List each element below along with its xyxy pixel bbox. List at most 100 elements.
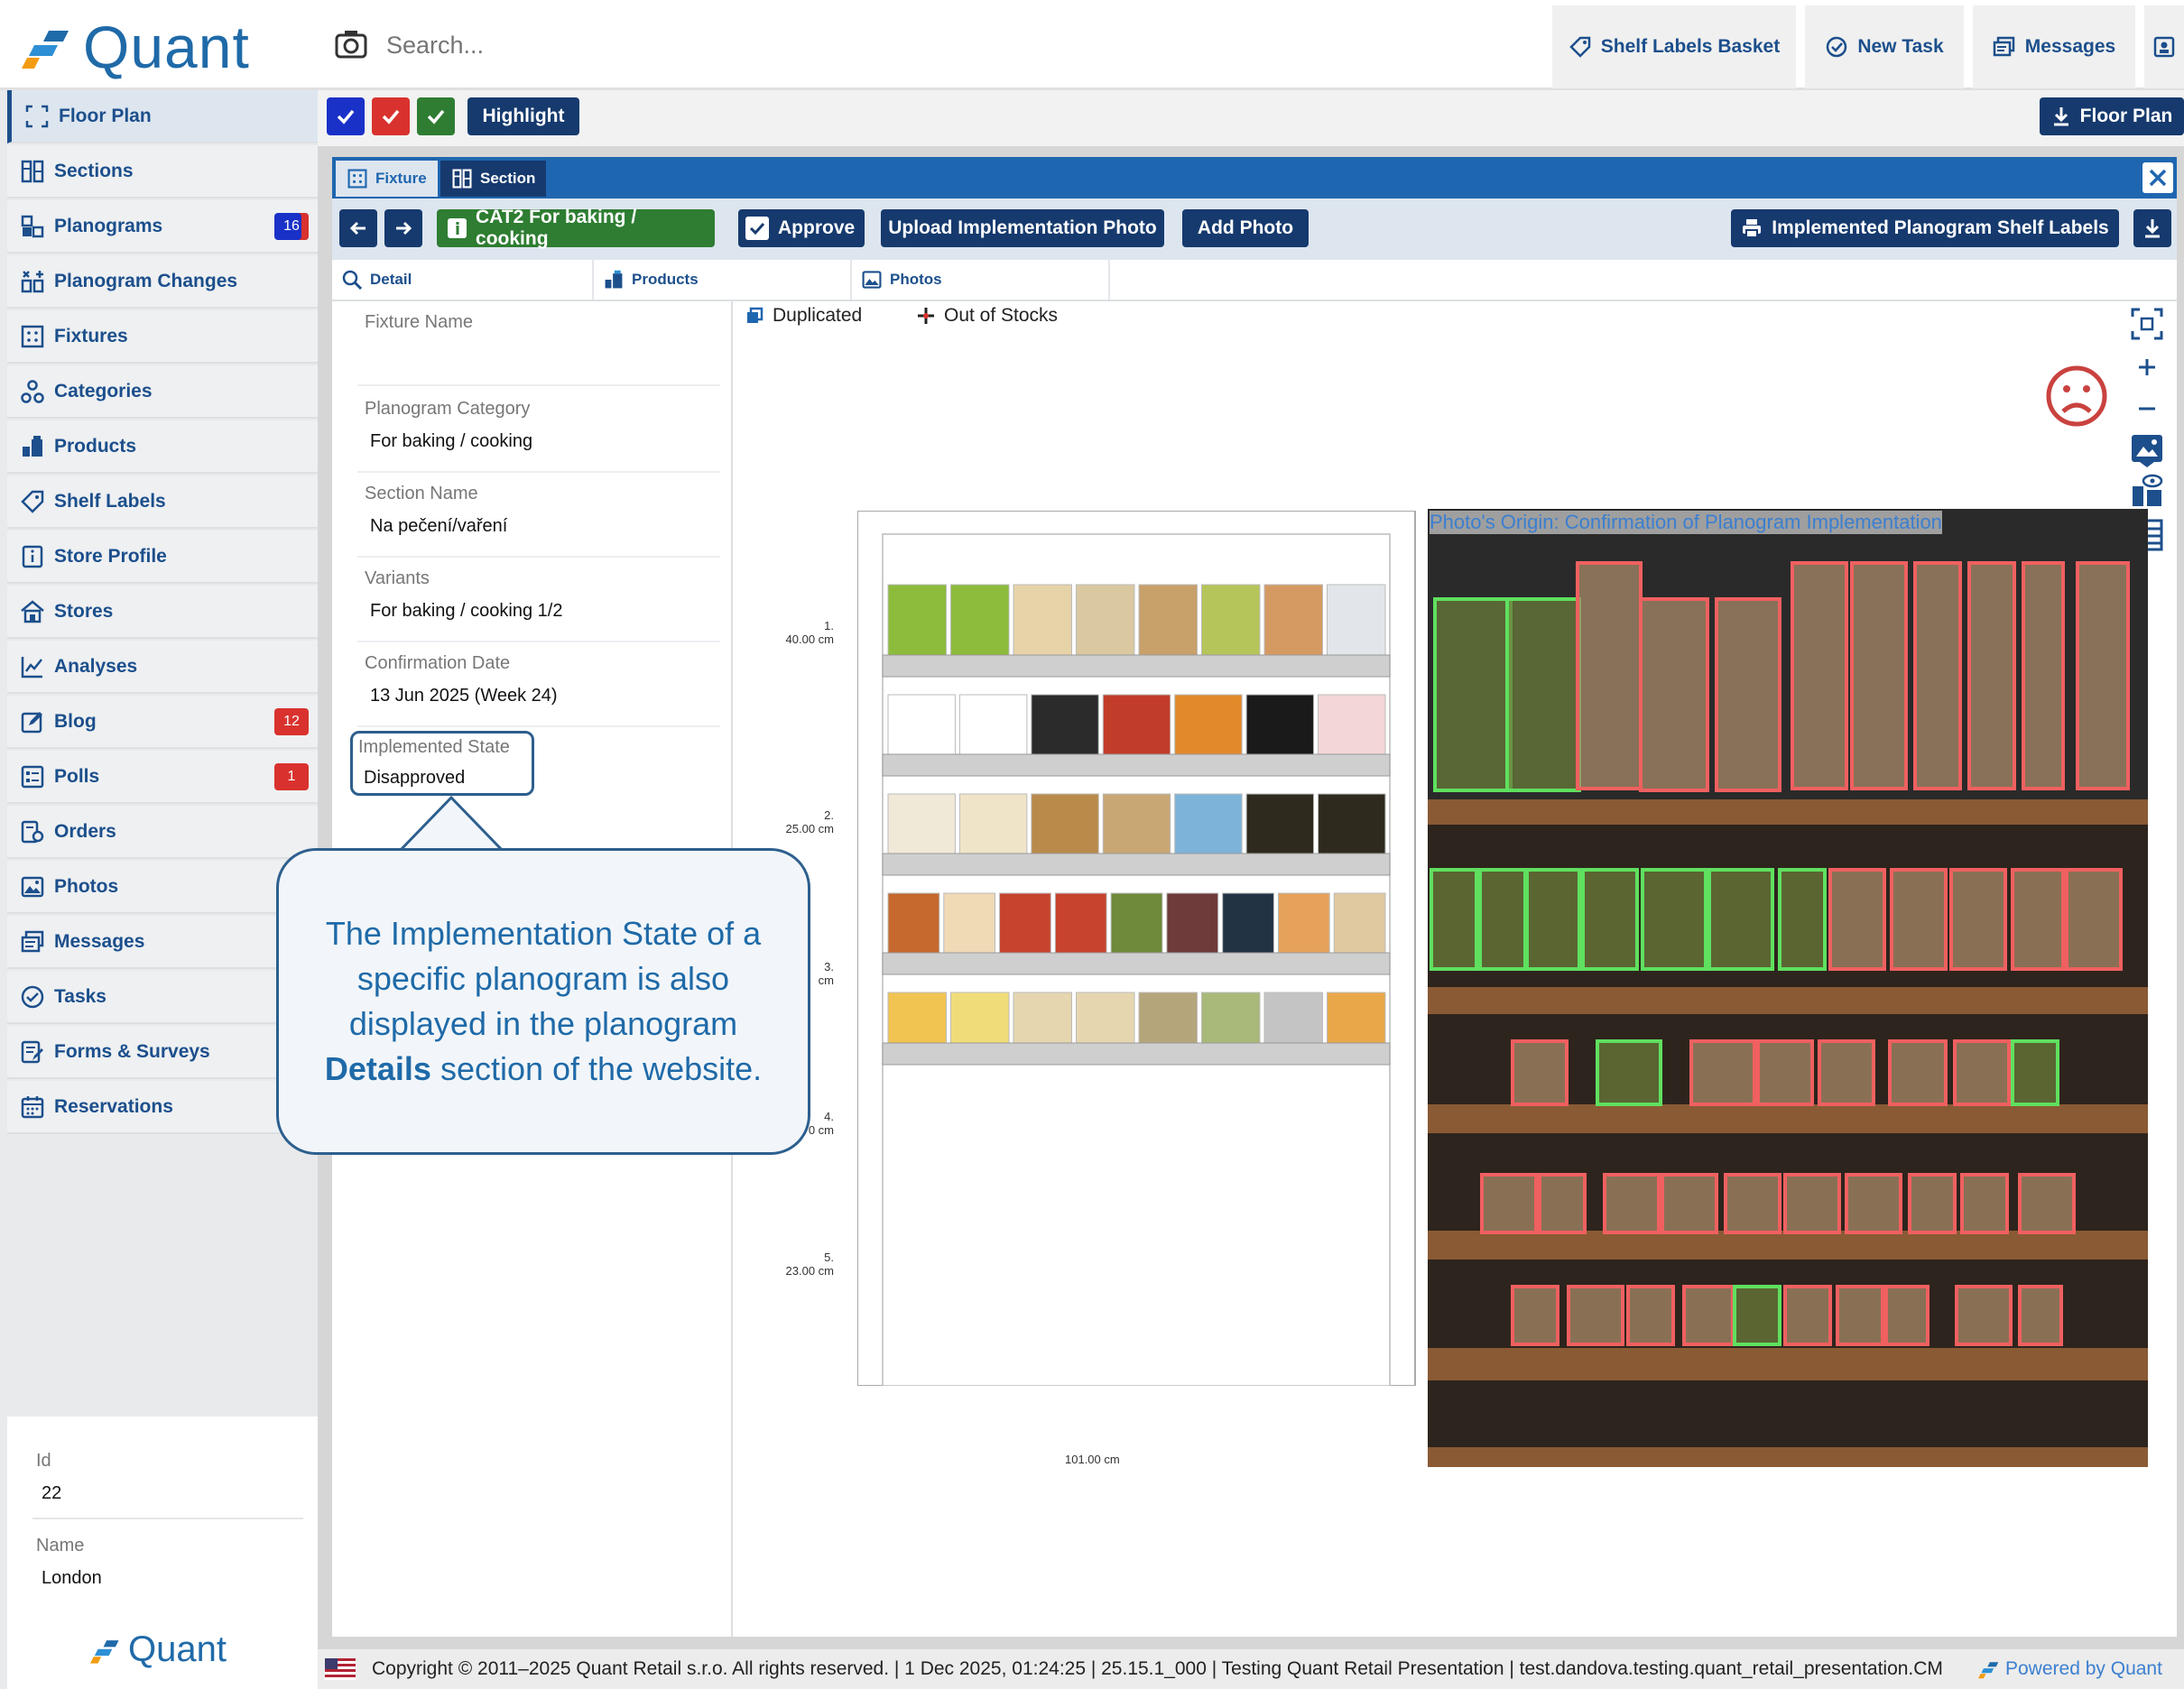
- sidebar-item-store-profile[interactable]: Store Profile: [7, 531, 318, 584]
- user-profile-button[interactable]: [2144, 5, 2184, 88]
- sidebar-item-analyses[interactable]: Analyses: [7, 641, 318, 694]
- highlight-button[interactable]: Highlight: [467, 97, 579, 135]
- sidebar-item-messages[interactable]: Messages: [7, 916, 318, 969]
- shelf-1-label: 1. 40.00 cm: [776, 619, 834, 646]
- planogram-product[interactable]: [1076, 992, 1135, 1044]
- floor-plan-download-button[interactable]: Floor Plan: [2040, 97, 2184, 135]
- planogram-product[interactable]: [1031, 694, 1099, 755]
- sidebar-item-tasks[interactable]: Tasks: [7, 971, 318, 1024]
- quant-logo[interactable]: Quant: [22, 11, 250, 83]
- tab-section[interactable]: Section: [440, 161, 547, 197]
- check-icon: [427, 109, 445, 125]
- camera-icon[interactable]: [334, 27, 368, 61]
- tab-photos[interactable]: Photos: [852, 260, 1110, 300]
- sidebar-item-orders[interactable]: Orders: [7, 806, 318, 859]
- close-panel-button[interactable]: [2142, 162, 2173, 193]
- implementation-photo[interactable]: Photo's Origin: Confirmation of Planogra…: [1428, 509, 2148, 1467]
- planogram-product[interactable]: [1318, 793, 1386, 854]
- planogram-product[interactable]: [943, 892, 996, 954]
- previous-button[interactable]: [339, 209, 377, 247]
- tab-fixture[interactable]: Fixture: [336, 161, 438, 197]
- new-task-button[interactable]: New Task: [1805, 5, 1964, 88]
- messages-button[interactable]: Messages: [1973, 5, 2135, 88]
- powered-by[interactable]: Powered by Quant: [1978, 1658, 2162, 1680]
- planogram-product[interactable]: [1110, 892, 1163, 954]
- divider: [32, 1518, 303, 1519]
- planogram-product[interactable]: [958, 793, 1028, 854]
- tab-detail[interactable]: Detail: [332, 260, 594, 300]
- tab-section-label: Section: [480, 170, 536, 187]
- planogram-product[interactable]: [1327, 584, 1386, 656]
- planogram-product[interactable]: [1277, 892, 1330, 954]
- planogram-product[interactable]: [1076, 584, 1135, 656]
- highlight-green-check-button[interactable]: [417, 97, 455, 135]
- planogram-product[interactable]: [887, 992, 947, 1044]
- callout-text: The Implementation State of a specific p…: [306, 911, 781, 1092]
- fit-screen-button[interactable]: [2126, 303, 2168, 345]
- planogram-product[interactable]: [1031, 793, 1099, 854]
- photo-view-button[interactable]: [2126, 429, 2168, 471]
- planogram-product[interactable]: [999, 892, 1051, 954]
- visibility-toggle-button[interactable]: [2126, 471, 2168, 512]
- download-button[interactable]: [2133, 209, 2171, 247]
- upload-implementation-photo-button[interactable]: Upload Implementation Photo: [881, 209, 1164, 247]
- planogram-product[interactable]: [887, 892, 940, 954]
- planogram-product[interactable]: [1054, 892, 1107, 954]
- category-button[interactable]: CAT2 For baking / cooking: [437, 207, 715, 249]
- zoom-out-button[interactable]: [2126, 388, 2168, 429]
- download-icon: [2053, 107, 2068, 126]
- planogram-product[interactable]: [1174, 793, 1243, 854]
- sidebar-item-blog[interactable]: Blog 12: [7, 696, 318, 749]
- section-name-field: Section Name Na pečení/vaření: [357, 473, 720, 558]
- planogram-product[interactable]: [950, 992, 1010, 1044]
- sidebar-item-forms-surveys[interactable]: Forms & Surveys: [7, 1026, 318, 1079]
- planogram-product[interactable]: [950, 584, 1010, 656]
- sidebar-item-fixtures[interactable]: Fixtures: [7, 310, 318, 364]
- tab-products[interactable]: Products: [594, 260, 852, 300]
- highlight-red-check-button[interactable]: [372, 97, 410, 135]
- planogram-product[interactable]: [1318, 694, 1386, 755]
- sidebar-item-planogram-changes[interactable]: Planogram Changes: [7, 255, 318, 309]
- planogram-product[interactable]: [1222, 892, 1274, 954]
- add-photo-button[interactable]: Add Photo: [1182, 209, 1309, 247]
- sidebar-item-products[interactable]: Products: [7, 420, 318, 474]
- planogram-product[interactable]: [1245, 694, 1315, 755]
- planogram-product[interactable]: [1013, 992, 1072, 1044]
- approve-button[interactable]: Approve: [738, 209, 865, 247]
- planogram-product[interactable]: [1201, 584, 1261, 656]
- sidebar-item-stores[interactable]: Stores: [7, 586, 318, 639]
- sidebar-item-planograms[interactable]: Planograms 16: [7, 200, 318, 254]
- planogram-product[interactable]: [1102, 694, 1171, 755]
- sidebar-item-polls[interactable]: Polls 1: [7, 751, 318, 804]
- next-button[interactable]: [384, 209, 422, 247]
- planogram-product[interactable]: [1201, 992, 1261, 1044]
- planogram-product[interactable]: [958, 694, 1028, 755]
- planogram-product[interactable]: [1174, 694, 1243, 755]
- planogram-product[interactable]: [1333, 892, 1386, 954]
- planogram-product[interactable]: [1166, 892, 1219, 954]
- sidebar-item-categories[interactable]: Categories: [7, 365, 318, 419]
- sidebar-item-floor-plan[interactable]: Floor Plan: [7, 90, 318, 143]
- sidebar-item-photos[interactable]: Photos: [7, 861, 318, 914]
- legend-out-of-stocks: Out of Stocks: [917, 305, 1058, 327]
- search-icon: [342, 270, 363, 291]
- planogram-product[interactable]: [1263, 992, 1323, 1044]
- sidebar-item-shelf-labels[interactable]: Shelf Labels: [7, 475, 318, 529]
- sidebar-item-sections[interactable]: Sections: [7, 145, 318, 198]
- planogram-product[interactable]: [887, 793, 956, 854]
- sidebar-item-reservations[interactable]: Reservations: [7, 1081, 318, 1134]
- planogram-product[interactable]: [887, 694, 956, 755]
- zoom-in-button[interactable]: [2126, 346, 2168, 388]
- shelf-labels-basket-button[interactable]: Shelf Labels Basket: [1552, 5, 1796, 88]
- planogram-product[interactable]: [1102, 793, 1171, 854]
- planogram-product[interactable]: [1013, 584, 1072, 656]
- planogram-product[interactable]: [1138, 992, 1198, 1044]
- search-input[interactable]: [386, 27, 1018, 63]
- planogram-product[interactable]: [1138, 584, 1198, 656]
- planogram-product[interactable]: [1327, 992, 1386, 1044]
- highlight-blue-check-button[interactable]: [327, 97, 365, 135]
- planogram-product[interactable]: [887, 584, 947, 656]
- implemented-shelf-labels-button[interactable]: Implemented Planogram Shelf Labels: [1731, 209, 2119, 247]
- planogram-product[interactable]: [1263, 584, 1323, 656]
- planogram-product[interactable]: [1245, 793, 1315, 854]
